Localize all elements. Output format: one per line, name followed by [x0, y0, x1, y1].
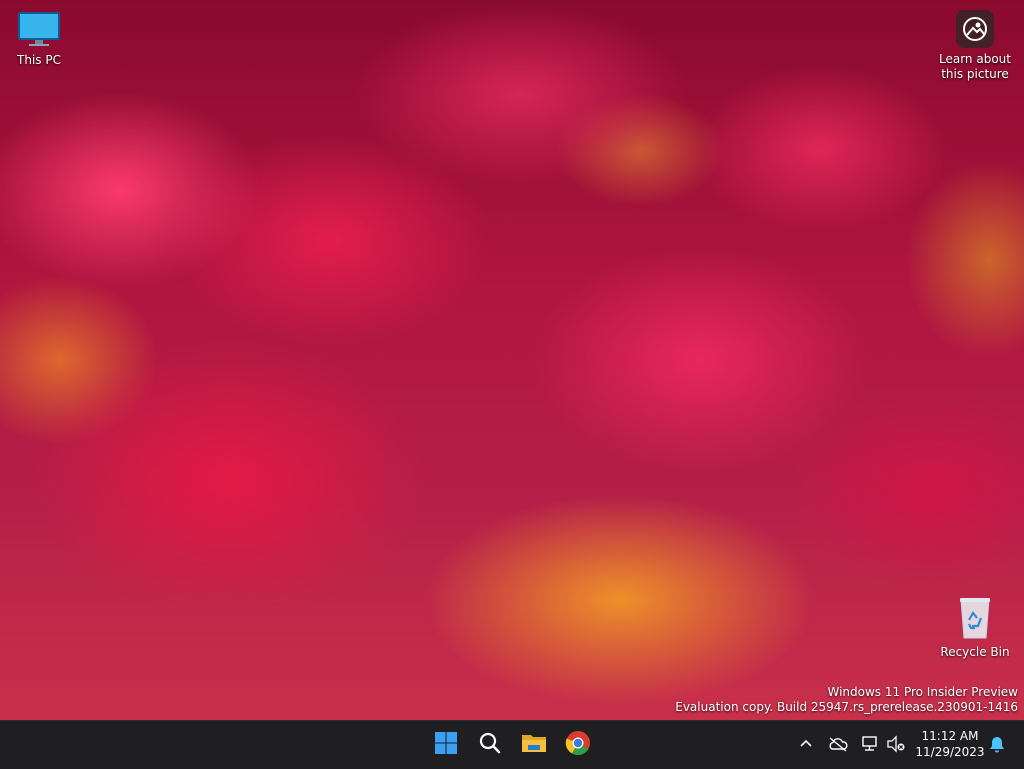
desktop-icon-this-pc[interactable]: This PC [4, 10, 74, 68]
chevron-up-icon[interactable] [795, 733, 817, 755]
taskbar-clock[interactable]: 11:12 AM 11/29/2023 [914, 728, 986, 760]
taskbar: 11:12 AM 11/29/2023 [0, 720, 1024, 769]
recycle-bin-icon [955, 596, 995, 643]
chrome-icon [565, 730, 591, 760]
watermark-line1: Windows 11 Pro Insider Preview [827, 685, 1018, 699]
evaluation-watermark: Windows 11 Pro Insider Preview Evaluatio… [675, 685, 1018, 715]
this-pc-label: This PC [17, 53, 61, 67]
desktop-icon-recycle-bin[interactable]: Recycle Bin [940, 596, 1010, 660]
folder-icon [521, 731, 547, 759]
learn-about-picture[interactable]: Learn about this picture [936, 10, 1014, 82]
search-button[interactable] [472, 727, 508, 763]
search-icon [478, 731, 502, 759]
learn-line1: Learn about [939, 52, 1011, 66]
chrome-button[interactable] [560, 727, 596, 763]
cloud-offline-icon[interactable] [827, 733, 849, 755]
notification-bell-icon[interactable] [986, 733, 1008, 755]
clock-date: 11/29/2023 [915, 745, 985, 759]
watermark-line2: Evaluation copy. Build 25947.rs_prerelea… [675, 700, 1018, 714]
recycle-bin-label: Recycle Bin [940, 645, 1010, 659]
file-explorer-button[interactable] [516, 727, 552, 763]
desktop-wallpaper [0, 0, 1024, 720]
learn-line2: this picture [941, 67, 1009, 81]
monitor-icon [17, 10, 61, 51]
start-button[interactable] [428, 727, 464, 763]
volume-muted-icon[interactable] [885, 733, 907, 755]
clock-time: 11:12 AM [921, 729, 979, 743]
network-icon[interactable] [859, 733, 881, 755]
camera-spotlight-icon [956, 10, 994, 48]
windows-logo-icon [434, 731, 458, 759]
